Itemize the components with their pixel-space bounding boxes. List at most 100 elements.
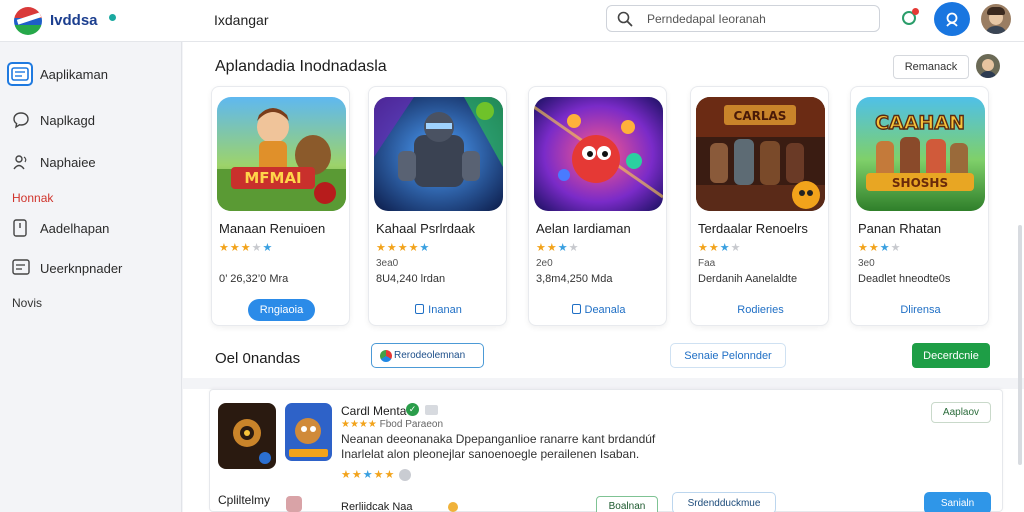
sort-button[interactable]: Senaie Pelonnder [670, 343, 786, 368]
app-thumbnail[interactable] [285, 403, 332, 461]
divider [183, 378, 1024, 389]
app-thumbnail[interactable] [218, 403, 276, 469]
approve-button[interactable]: Aaplaov [931, 402, 991, 423]
section-subtitle: Oel 0nandas [215, 350, 301, 367]
sidebar-section-label: Honnak [12, 191, 54, 205]
sidebar-item-label: Aadelhapan [40, 221, 110, 236]
app-card[interactable]: Aelan Iardiaman ★★★★ 2e0 3,8m4,250 Mda D… [528, 86, 667, 326]
app-name: Kahaal Psrlrdaak [376, 221, 475, 236]
download-icon [415, 304, 425, 314]
footer-app-name: Rerliidcak Naa [341, 501, 413, 512]
svg-text:CAAHAN: CAAHAN [875, 112, 965, 134]
profile-avatar[interactable] [981, 4, 1011, 34]
details-link[interactable]: Dlirensa [888, 299, 952, 321]
footer-label: Cpliltelmy [218, 493, 271, 507]
secondary-button[interactable]: Boalnan [596, 496, 658, 512]
app-description-line: Neanan deeonanaka Dpepanganlioe ranarre … [341, 432, 656, 446]
open-link[interactable]: Deanala [560, 299, 638, 321]
scrollbar[interactable] [1018, 225, 1022, 465]
badge-icon [425, 405, 438, 415]
filter-chip[interactable]: Rerodeolemnan [371, 343, 484, 368]
sidebar-item-applications[interactable]: Aaplikaman [0, 59, 182, 89]
rating-stars: ★★★★ [698, 242, 742, 254]
app-thumbnail[interactable]: CARLAS [696, 97, 825, 211]
main-content: Aplandadia Inodnadasla Remanack MFMAI Ma… [183, 42, 1024, 512]
sidebar-item-people[interactable]: Naphaiee [0, 147, 182, 177]
app-meta: 3ea0 [376, 258, 399, 269]
app-icon-small [286, 496, 302, 512]
app-card[interactable]: Kahaal Psrlrdaak ★★★★★ 3ea0 8U4,240 lrda… [368, 86, 507, 326]
chat-bubble-icon [13, 112, 29, 129]
search-bar[interactable] [606, 5, 880, 32]
sidebar-item-label: Ueerknpnader [40, 261, 123, 276]
app-name: Manaan Renuioen [219, 221, 326, 236]
app-meta: Faa [698, 258, 716, 269]
app-thumbnail[interactable]: MFMAI [217, 97, 346, 211]
app-name: Panan Rhatan [858, 221, 942, 236]
download-icon [571, 304, 581, 314]
open-link-label: Inanan [428, 304, 462, 316]
app-size: 8U4,240 lrdan [376, 273, 446, 285]
sidebar-item-label: Naphaiee [40, 155, 96, 170]
submit-button[interactable]: Sanialn [924, 492, 991, 512]
app-logo[interactable] [14, 7, 42, 35]
sidebar-item-label: Naplkagd [40, 113, 95, 128]
user-avatar[interactable] [976, 54, 1000, 78]
svg-text:MFMAI: MFMAI [244, 169, 301, 187]
app-size: 0’ 26,32’0 Mra [219, 273, 289, 285]
app-detail-panel: Cardl Menta ✓ ★★★★ Fbod Paraeon Neanan d… [209, 389, 1003, 512]
app-title: Cardl Menta [341, 404, 407, 418]
sidebar-footer-label: Novis [12, 296, 43, 310]
document-icon [13, 219, 27, 237]
search-input[interactable] [647, 10, 872, 28]
open-link[interactable]: Inanan [403, 299, 474, 321]
install-button[interactable]: Rngiaoia [247, 299, 316, 321]
list-icon [12, 259, 30, 275]
filter-chip-label: Rerodeolemnan [394, 350, 466, 361]
developer-name: Fbod Paraeon [379, 419, 444, 430]
reviews-link[interactable]: Rodieries [725, 299, 795, 321]
rating-stars: ★★★★★ [341, 468, 412, 482]
app-thumbnail[interactable]: CAAHAN SHOSHS [856, 97, 985, 211]
info-icon [448, 502, 458, 512]
app-thumbnail[interactable] [534, 97, 663, 211]
rating-stars: ★★★★ [858, 242, 902, 254]
primary-action-button[interactable]: Decerdcnie [912, 343, 990, 368]
app-card[interactable]: CARLAS Terdaalar Renoelrs ★★★★ Faa Derda… [690, 86, 829, 326]
rating-stars: ★★★★★ [376, 242, 431, 254]
svg-text:SHOSHS: SHOSHS [892, 176, 948, 190]
app-size: 3,8m4,250 Mda [536, 273, 613, 285]
app-thumbnail[interactable] [374, 97, 503, 211]
app-developer: ★★★★ Fbod Paraeon [341, 419, 443, 430]
app-card[interactable]: MFMAI Manaan Renuioen ★★★★★ 0’ 26,32’0 M… [211, 86, 350, 326]
sidebar-item-label: Aaplikaman [40, 67, 108, 82]
app-name: Ivddsa [50, 12, 98, 29]
more-icon [399, 469, 412, 482]
account-button[interactable] [934, 2, 970, 36]
app-meta: 2e0 [536, 258, 553, 269]
developer-stars: ★★★★ [341, 419, 377, 430]
rating-stars: ★★★★ [536, 242, 580, 254]
sidebar: Aaplikaman Naplkagd Naphaiee Honnak Aade… [0, 42, 182, 512]
app-description-line: Inarlelat alon pleonejlar sanoenoegle pe… [341, 447, 640, 461]
outline-button[interactable]: Srdendduckmue [672, 492, 776, 512]
recommend-button[interactable]: Remanack [893, 55, 969, 79]
app-size: Derdanih Aanelaldte [698, 273, 798, 285]
open-link-label: Deanala [584, 304, 626, 316]
app-name: Terdaalar Renoelrs [698, 221, 808, 236]
user-icon [946, 12, 958, 27]
sidebar-item-messages[interactable]: Naplkagd [0, 105, 182, 135]
people-icon [13, 155, 27, 170]
app-window-icon [11, 67, 29, 81]
app-card[interactable]: CAAHAN SHOSHS Panan Rhatan ★★★★ 3e0 Dead… [850, 86, 989, 326]
search-icon [617, 11, 633, 27]
notification-badge [912, 8, 919, 15]
sidebar-item-documents[interactable]: Aadelhapan [0, 213, 182, 243]
app-name: Aelan Iardiaman [536, 221, 631, 236]
sidebar-item-list[interactable]: Ueerknpnader [0, 253, 182, 283]
svg-text:CARLAS: CARLAS [734, 109, 787, 123]
section-title: Aplandadia Inodnadasla [215, 58, 387, 75]
store-icon [380, 350, 392, 362]
app-meta: 3e0 [858, 258, 875, 269]
verified-icon: ✓ [406, 403, 419, 416]
